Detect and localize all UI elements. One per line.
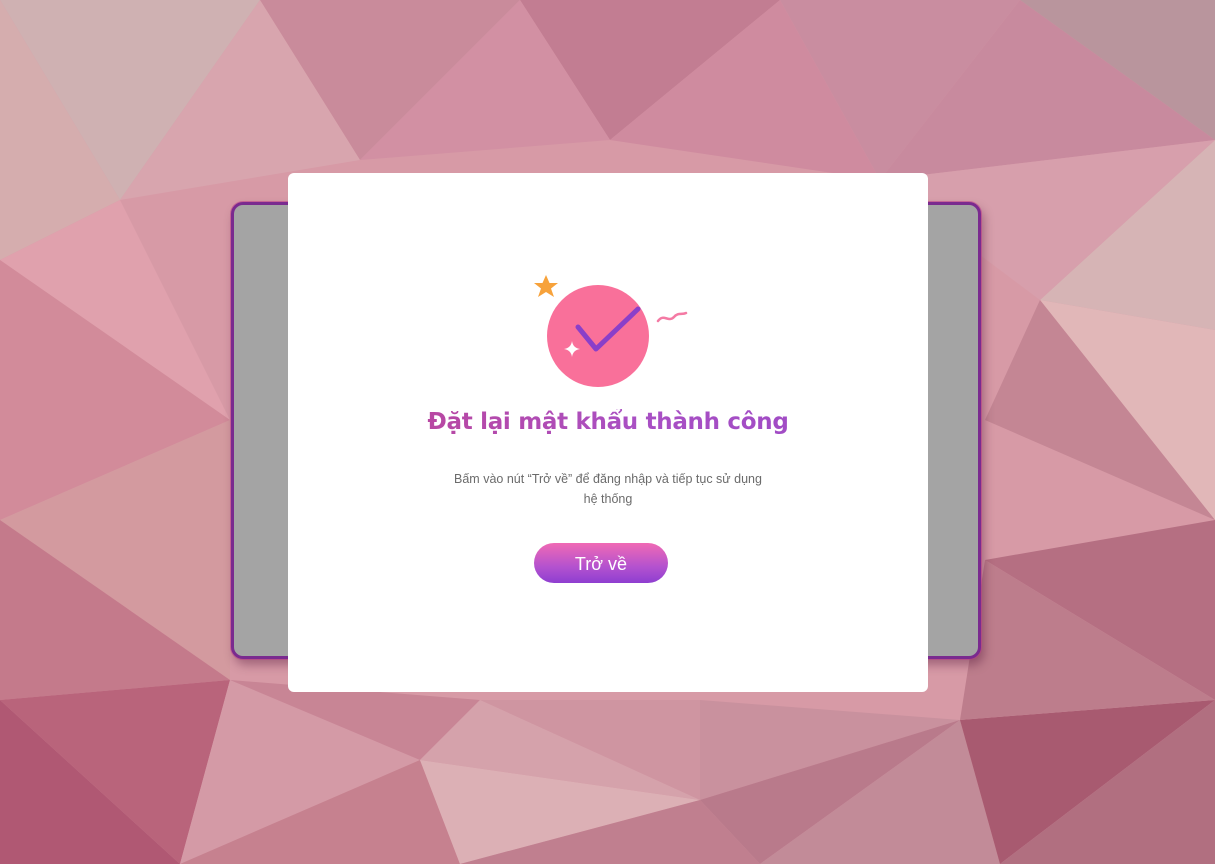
modal-title: Đặt lại mật khẩu thành công: [288, 409, 928, 435]
check-circle-icon: [547, 285, 649, 387]
star-icon: [534, 275, 558, 297]
back-button-label: Trở về: [574, 554, 628, 574]
success-modal: Đặt lại mật khẩu thành công Bấm vào nút …: [288, 173, 928, 692]
back-button[interactable]: Trở về: [534, 543, 668, 583]
squiggle-icon: [656, 311, 688, 323]
modal-description: Bấm vào nút “Trở về” để đăng nhập và tiế…: [454, 472, 762, 506]
success-illustration: [534, 275, 688, 387]
